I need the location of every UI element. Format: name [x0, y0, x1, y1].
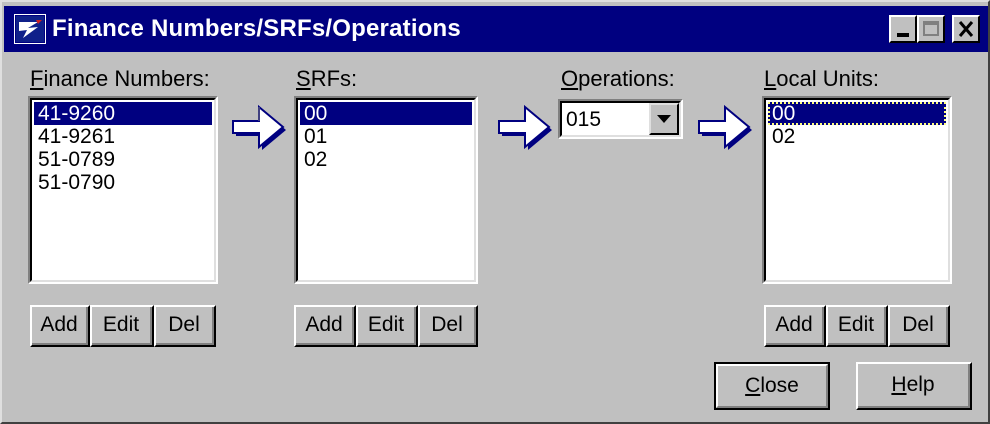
- srfs-list[interactable]: 00 01 02: [294, 96, 478, 284]
- help-button[interactable]: Help: [856, 362, 972, 410]
- close-button[interactable]: Close: [714, 362, 830, 410]
- finance-number-list-item[interactable]: 41-9261: [34, 125, 212, 148]
- finance-numbers-list[interactable]: 41-9260 41-9261 51-0789 51-0790: [28, 96, 218, 284]
- local-edit-button[interactable]: Edit: [826, 305, 888, 347]
- right-arrow-icon: [698, 104, 752, 150]
- srf-list-item[interactable]: 01: [300, 125, 472, 148]
- operations-dropdown-button[interactable]: [649, 103, 679, 135]
- right-arrow-icon: [232, 104, 286, 150]
- title-bar[interactable]: Finance Numbers/SRFs/Operations: [4, 6, 988, 52]
- chevron-down-icon: [657, 115, 671, 123]
- finance-add-button[interactable]: Add: [30, 305, 90, 347]
- maximize-button[interactable]: [917, 15, 945, 43]
- finance-edit-button[interactable]: Edit: [90, 305, 154, 347]
- operations-value: 015: [566, 108, 602, 131]
- window-title: Finance Numbers/SRFs/Operations: [52, 15, 461, 42]
- srfs-edit-button[interactable]: Edit: [356, 305, 418, 347]
- local-units-list[interactable]: 00 02: [762, 96, 952, 284]
- finance-number-list-item[interactable]: 51-0789: [34, 148, 212, 171]
- srfs-add-button[interactable]: Add: [294, 305, 356, 347]
- minimize-icon: [897, 33, 909, 37]
- finance-numbers-label: Finance Numbers:: [30, 66, 210, 91]
- srf-list-item[interactable]: 02: [300, 148, 472, 171]
- finance-number-list-item[interactable]: 41-9260: [34, 102, 212, 125]
- close-icon: [958, 21, 974, 37]
- finance-del-button[interactable]: Del: [154, 305, 216, 347]
- local-unit-list-item[interactable]: 00: [768, 102, 946, 125]
- finance-number-list-item[interactable]: 51-0790: [34, 171, 212, 194]
- close-window-button[interactable]: [952, 15, 980, 43]
- local-unit-list-item[interactable]: 02: [768, 125, 946, 148]
- local-del-button[interactable]: Del: [888, 305, 950, 347]
- srfs-del-button[interactable]: Del: [418, 305, 478, 347]
- local-add-button[interactable]: Add: [764, 305, 826, 347]
- dialog-window: Finance Numbers/SRFs/Operations Finance …: [0, 0, 990, 424]
- srfs-label: SRFs:: [296, 66, 358, 91]
- operations-dropdown[interactable]: 015: [558, 99, 683, 139]
- srf-list-item[interactable]: 00: [300, 102, 472, 125]
- local-units-label: Local Units:: [764, 66, 879, 91]
- eagle-logo-icon: [14, 14, 46, 44]
- operations-label: Operations:: [561, 66, 675, 91]
- minimize-button[interactable]: [889, 15, 917, 43]
- right-arrow-icon: [498, 104, 552, 150]
- maximize-icon: [923, 21, 939, 36]
